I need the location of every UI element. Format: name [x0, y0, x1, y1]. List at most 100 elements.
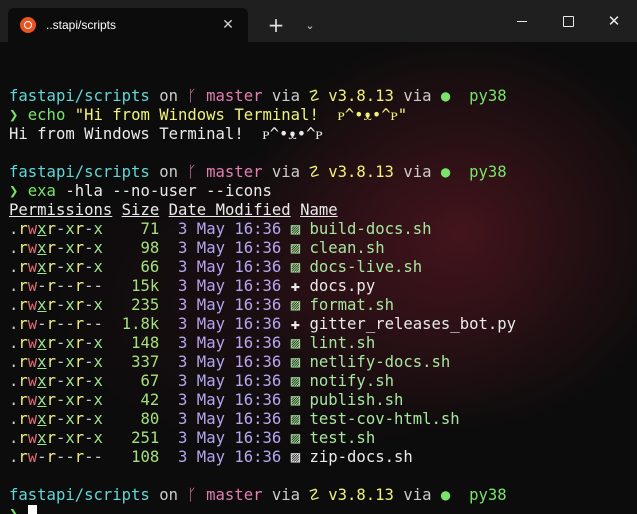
file-name: test-cov-html.sh [309, 410, 460, 428]
permission-char: . [9, 391, 19, 409]
prompt-env: py38 [469, 486, 507, 504]
script-file-icon: ▨ [290, 353, 301, 371]
permission-char: x [37, 391, 47, 409]
permission-char: x [37, 334, 47, 352]
file-size: 108 [131, 448, 160, 466]
maximize-button[interactable] [545, 0, 591, 42]
permission-char: x [65, 372, 75, 390]
tab-close-button[interactable]: ✕ [218, 15, 238, 35]
file-size: 15k [131, 277, 160, 295]
file-size: 98 [140, 239, 160, 257]
title-bar[interactable]: ..stapi/scripts ✕ + ⌄ ✕ [0, 0, 637, 42]
permission-char: - [55, 296, 66, 314]
permission-char: r [18, 448, 28, 466]
text-cursor[interactable] [27, 505, 37, 514]
file-date: 3 May 16:36 [178, 239, 282, 257]
prompt-branch: master [206, 87, 263, 105]
permission-char: - [84, 410, 94, 428]
minimize-button[interactable] [499, 0, 545, 42]
git-branch-icon: ᚴ [187, 486, 207, 504]
permission-char: - [37, 448, 47, 466]
tab-fastapi-scripts[interactable]: ..stapi/scripts ✕ [8, 8, 248, 42]
permission-char: x [93, 410, 103, 428]
permission-char: . [9, 220, 19, 238]
file-name: netlify-docs.sh [309, 353, 451, 371]
prompt-on: on [159, 87, 178, 105]
profile-dropdown-button[interactable]: ⌄ [298, 12, 322, 38]
permission-char: - [84, 277, 94, 295]
permission-char: x [93, 220, 103, 238]
script-file-icon: ▨ [290, 239, 301, 257]
permission-char: x [37, 239, 47, 257]
file-row: .rw-r--r-- 108 3 May 16:36 ▨ zip-docs.sh [9, 448, 516, 467]
permission-char: w [27, 410, 38, 428]
file-date: 3 May 16:36 [178, 258, 282, 276]
permission-char: x [65, 391, 75, 409]
script-file-icon: ▨ [290, 334, 301, 352]
file-date: 3 May 16:36 [178, 220, 282, 238]
permission-char: - [84, 353, 94, 371]
echo-output: Hi from Windows Terminal! ᴩ^•ᴥ•^ᴩ [9, 125, 516, 144]
permission-char: x [65, 353, 75, 371]
permission-char: x [37, 410, 47, 428]
permission-char: r [46, 334, 56, 352]
close-window-button[interactable]: ✕ [591, 0, 637, 42]
permission-char: x [65, 239, 75, 257]
permission-char: x [65, 410, 75, 428]
permission-char: - [93, 315, 103, 333]
permission-char: - [65, 448, 75, 466]
file-date: 3 May 16:36 [178, 429, 282, 447]
permission-char: w [27, 448, 38, 466]
new-tab-button[interactable]: + [262, 12, 290, 38]
permission-char: - [55, 410, 66, 428]
command-name: echo [27, 106, 66, 124]
prompt-python-version: v3.8.13 [328, 163, 394, 181]
permission-char: r [74, 277, 85, 295]
permission-char: x [37, 296, 47, 314]
env-icon: ● [440, 486, 451, 504]
permission-char: . [9, 353, 19, 371]
command-name: exa [27, 182, 56, 200]
permission-char: r [46, 296, 56, 314]
file-row: .rw-r--r-- 1.8k 3 May 16:36 ✚ gitter_rel… [9, 315, 516, 334]
permission-char: - [55, 372, 66, 390]
env-icon: ● [440, 163, 451, 181]
permission-char: r [46, 448, 56, 466]
permission-char: r [18, 277, 28, 295]
file-name: publish.sh [309, 391, 404, 409]
prompt-python-version: v3.8.13 [328, 486, 394, 504]
terminal-output[interactable]: fastapi/scripts on ᚴ master via ☡ v3.8.1… [0, 42, 637, 514]
permission-char: r [46, 220, 56, 238]
permission-char: w [27, 315, 38, 333]
file-name: docs.py [309, 277, 376, 295]
permission-char: . [9, 315, 19, 333]
permission-char: - [37, 277, 47, 295]
permission-char: r [74, 353, 85, 371]
